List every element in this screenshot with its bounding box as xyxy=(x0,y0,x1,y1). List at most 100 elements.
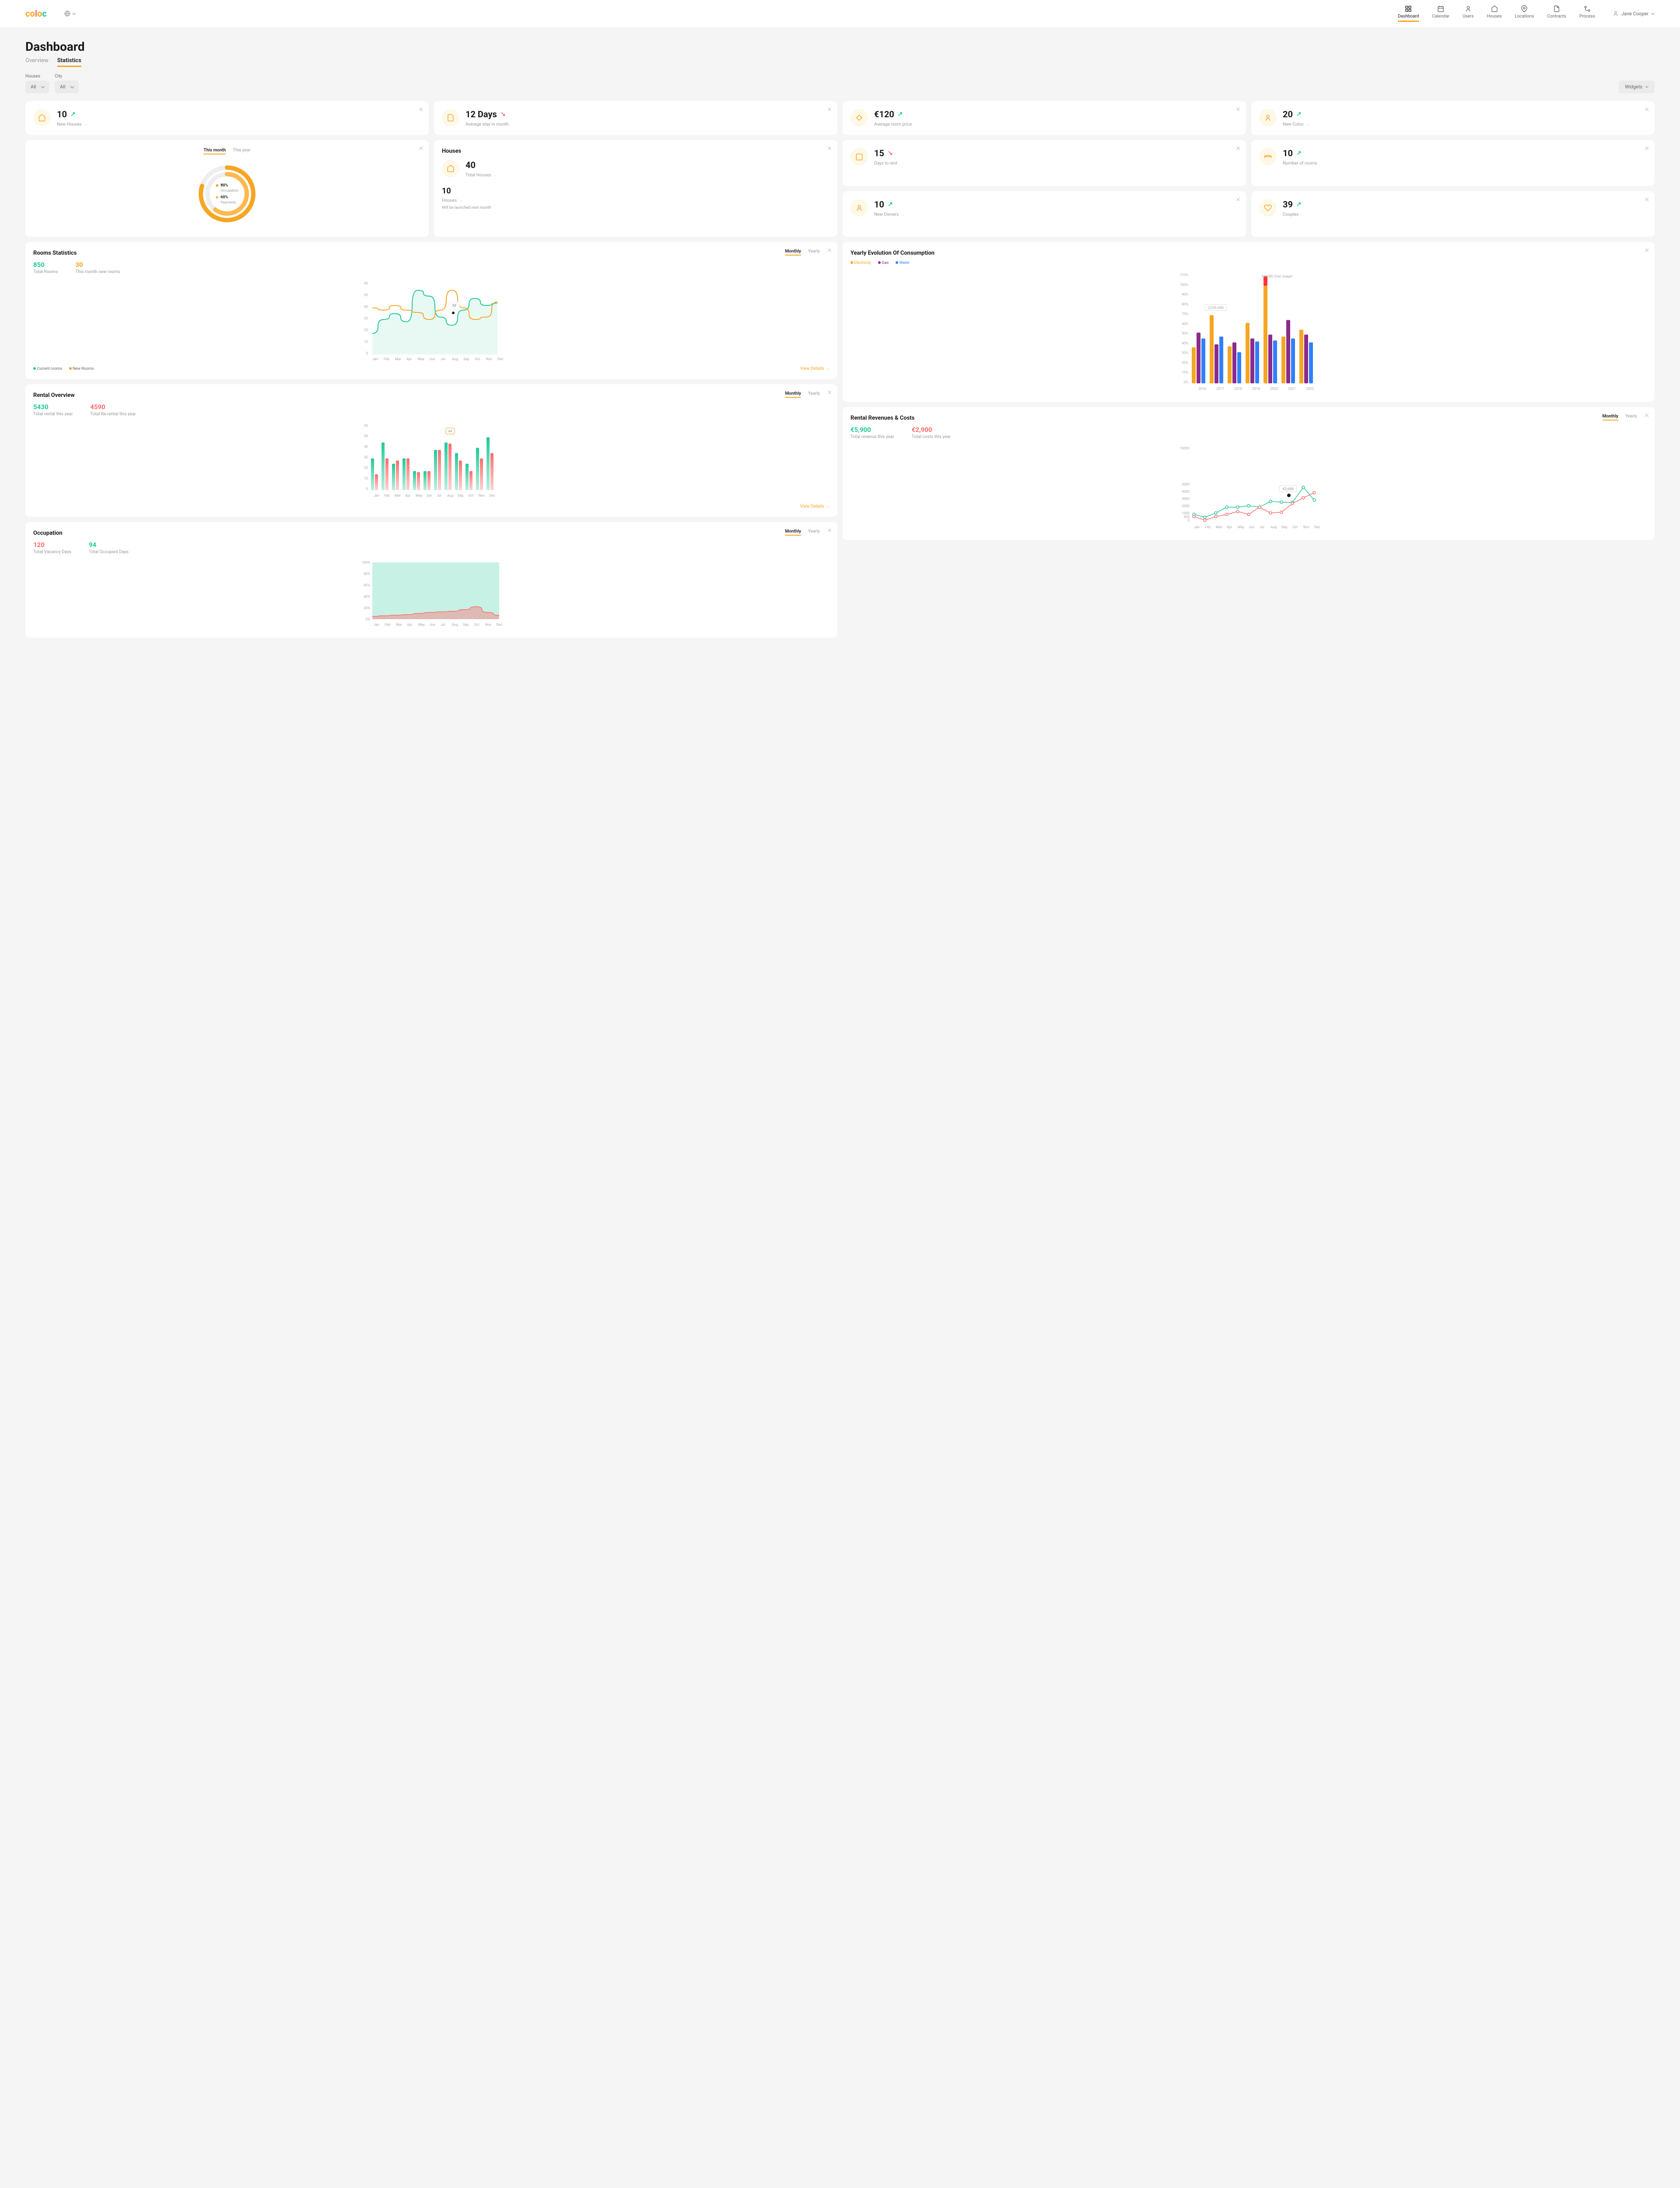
document-icon xyxy=(442,109,459,126)
svg-text:30: 30 xyxy=(364,456,368,459)
close-icon[interactable]: ✕ xyxy=(827,247,832,254)
svg-text:2016: 2016 xyxy=(1198,387,1206,391)
house-icon xyxy=(1491,5,1498,12)
tab-this-month[interactable]: This month xyxy=(203,148,226,154)
close-icon[interactable]: ✕ xyxy=(1236,106,1241,113)
widgets-button[interactable]: Widgets xyxy=(1619,81,1655,93)
svg-text:Jun: Jun xyxy=(1249,525,1254,529)
close-icon[interactable]: ✕ xyxy=(418,145,424,152)
svg-text:Feb: Feb xyxy=(385,623,391,627)
close-icon[interactable]: ✕ xyxy=(1644,145,1649,152)
svg-text:60%: 60% xyxy=(364,583,370,587)
logo[interactable]: coloc xyxy=(25,8,47,19)
calendar-icon xyxy=(1437,5,1444,12)
svg-text:May: May xyxy=(418,623,425,627)
nav-label: Users xyxy=(1463,14,1474,19)
tab-yearly[interactable]: Yearly xyxy=(808,529,820,536)
view-details-link[interactable]: View Details → xyxy=(33,504,830,509)
kpi-avg-price: ✕ €120↗ Average room price xyxy=(843,101,1246,135)
svg-text:50: 50 xyxy=(364,434,368,438)
close-icon[interactable]: ✕ xyxy=(827,527,832,534)
arrow-icon: → xyxy=(458,198,463,203)
close-icon[interactable]: ✕ xyxy=(1644,412,1649,419)
view-details-link[interactable]: View Details → xyxy=(800,366,830,371)
chevron-down-icon xyxy=(1645,86,1648,88)
kpi-new-owners: ✕ 10↗ New Owners→ xyxy=(843,191,1246,237)
svg-text:0: 0 xyxy=(1188,519,1190,522)
nav-contracts[interactable]: Contracts xyxy=(1547,5,1566,22)
heart-icon xyxy=(1259,199,1277,217)
rental-bar-chart: 0102030405060 JanFebMarAprMayJunJulAugSe… xyxy=(33,420,830,499)
card-title: Occupation xyxy=(33,530,830,536)
pin-icon xyxy=(1521,5,1528,12)
tab-monthly[interactable]: Monthly xyxy=(1603,414,1619,421)
consumption-card: ✕ Yearly Evolution Of Consumption Electr… xyxy=(843,242,1655,402)
nav-label: Process xyxy=(1579,14,1595,19)
trend-up-icon: ↗ xyxy=(898,111,903,118)
svg-text:Apr: Apr xyxy=(406,357,412,361)
svg-text:2022: 2022 xyxy=(1306,387,1314,391)
revenues-line-chart: 05001000200030004000500010000 JanFebMarA… xyxy=(850,443,1647,530)
svg-text:Mar: Mar xyxy=(1216,525,1222,529)
svg-text:3000: 3000 xyxy=(1182,497,1190,501)
svg-text:40: 40 xyxy=(364,305,368,309)
tab-overview[interactable]: Overview xyxy=(25,57,49,67)
kpi-new-coloc: ✕ 20↗ New Coloc→ xyxy=(1251,101,1655,135)
close-icon[interactable]: ✕ xyxy=(1236,145,1241,152)
tab-monthly[interactable]: Monthly xyxy=(785,529,802,536)
svg-text:Nov: Nov xyxy=(486,357,492,361)
consumption-bar-chart: 0%10%20%30%40%50%60%70%80%90%100%110% 20… xyxy=(850,270,1647,392)
houses-select[interactable]: All xyxy=(25,81,49,93)
tab-yearly[interactable]: Yearly xyxy=(808,391,820,398)
svg-text:Mar: Mar xyxy=(395,494,401,498)
tab-statistics[interactable]: Statistics xyxy=(57,57,81,67)
svg-text:May: May xyxy=(1238,525,1244,529)
svg-text:Dec: Dec xyxy=(497,357,504,361)
chevron-down-icon xyxy=(72,13,76,15)
tab-monthly[interactable]: Monthly xyxy=(785,391,802,398)
tab-yearly[interactable]: Yearly xyxy=(808,249,820,256)
card-title: Yearly Evolution Of Consumption xyxy=(850,250,1647,256)
user-icon xyxy=(850,199,868,217)
svg-text:2021: 2021 xyxy=(1288,387,1296,391)
nav-houses[interactable]: Houses xyxy=(1487,5,1502,22)
occupation-card: ✕ Occupation Monthly Yearly 120Total Vac… xyxy=(25,522,837,638)
close-icon[interactable]: ✕ xyxy=(1644,106,1649,113)
nav-dashboard[interactable]: Dashboard xyxy=(1398,5,1419,22)
close-icon[interactable]: ✕ xyxy=(1644,196,1649,203)
nav-users[interactable]: Users xyxy=(1463,5,1474,22)
svg-text:64 kWh Over usage!: 64 kWh Over usage! xyxy=(1262,274,1292,278)
svg-text:Mar: Mar xyxy=(396,623,402,627)
close-icon[interactable]: ✕ xyxy=(418,106,424,113)
tab-this-year[interactable]: This year xyxy=(233,148,250,154)
svg-text:500: 500 xyxy=(1184,515,1190,519)
tab-yearly[interactable]: Yearly xyxy=(1625,414,1637,421)
user-name: Jane Cooper xyxy=(1621,11,1648,17)
tab-monthly[interactable]: Monthly xyxy=(785,249,802,256)
svg-text:Jul: Jul xyxy=(441,357,445,361)
svg-text:38: 38 xyxy=(452,304,456,308)
svg-text:Dec: Dec xyxy=(489,494,495,498)
user-menu[interactable]: Jane Cooper xyxy=(1613,11,1655,17)
language-selector[interactable] xyxy=(64,11,76,17)
close-icon[interactable]: ✕ xyxy=(827,106,832,113)
card-title: Houses xyxy=(442,148,830,154)
close-icon[interactable]: ✕ xyxy=(827,389,832,396)
svg-text:May: May xyxy=(416,494,422,498)
kpi-days-to-rent: ✕ 15↘ Days to rent xyxy=(843,140,1246,186)
close-icon[interactable]: ✕ xyxy=(1644,247,1649,254)
kpi-new-houses: ✕ 10↗ New Houses→ xyxy=(25,101,429,135)
trend-down-icon: ↘ xyxy=(500,111,506,118)
svg-text:50%: 50% xyxy=(1182,332,1188,336)
close-icon[interactable]: ✕ xyxy=(827,145,832,152)
close-icon[interactable]: ✕ xyxy=(1236,196,1241,203)
nav-label: Contracts xyxy=(1547,14,1566,19)
nav-process[interactable]: Process xyxy=(1579,5,1595,22)
svg-text:Jan: Jan xyxy=(372,357,378,361)
nav-calendar[interactable]: Calendar xyxy=(1432,5,1449,22)
city-select[interactable]: All xyxy=(55,81,79,93)
svg-text:20%: 20% xyxy=(364,606,370,610)
svg-text:Sep: Sep xyxy=(1281,525,1288,529)
nav-locations[interactable]: Locations xyxy=(1515,5,1534,22)
svg-text:Apr: Apr xyxy=(405,494,411,498)
